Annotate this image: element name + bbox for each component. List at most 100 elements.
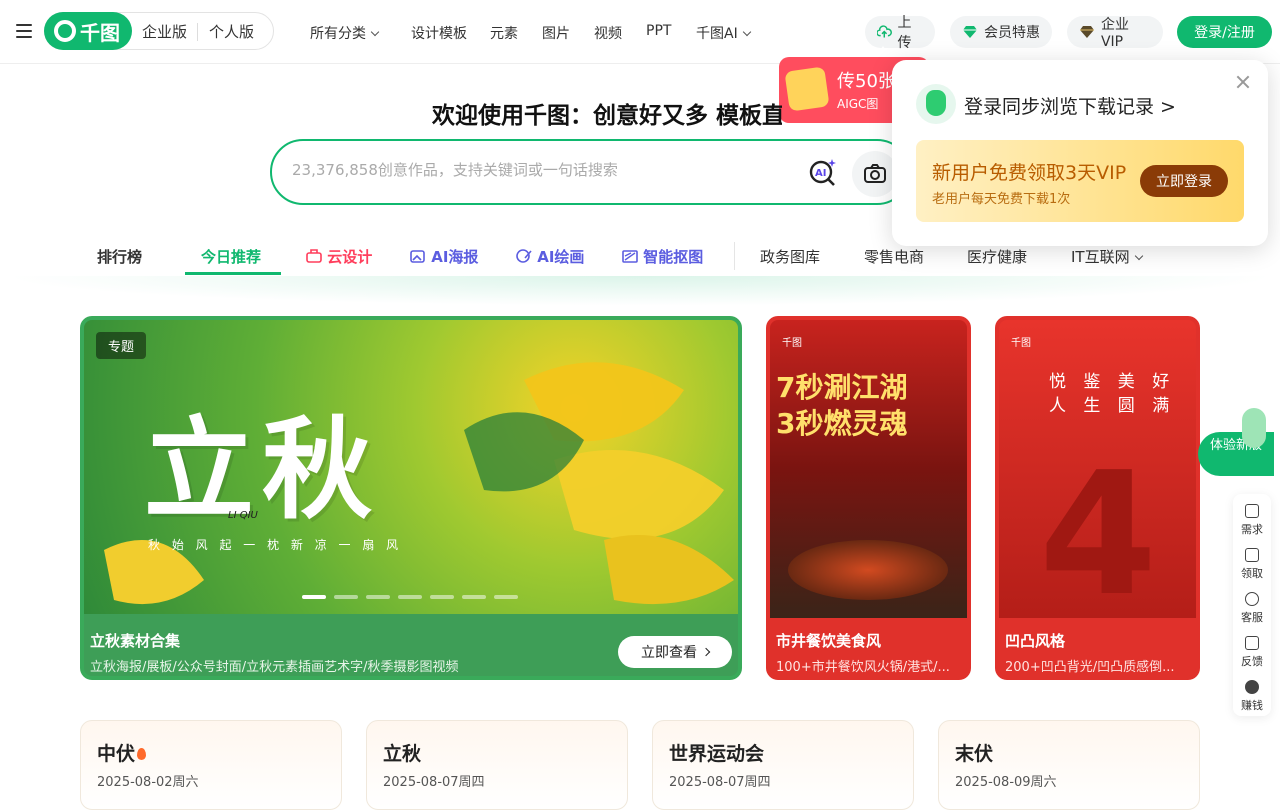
nav-video[interactable]: 视频 [594, 23, 622, 43]
view-now-button[interactable]: 立即查看 [618, 636, 732, 668]
tool-claim[interactable]: 领取 [1233, 548, 1271, 581]
banner-description: 立秋海报/展板/公众号封面/立秋元素插画艺术字/秋季摄影图视频 [90, 660, 459, 675]
festival-card[interactable]: 末伏 2025-08-09周六 [938, 720, 1200, 810]
version-enterprise[interactable]: 企业版 [142, 21, 187, 42]
banner-pinyin: LI QIU [228, 510, 258, 521]
popup-title[interactable]: 登录同步浏览下载记录 > [964, 92, 1176, 119]
gift-icon [784, 66, 830, 112]
festival-date: 2025-08-02周六 [97, 775, 199, 790]
tab-medical[interactable]: 医疗健康 [967, 246, 1027, 267]
ticket-icon [1245, 548, 1259, 562]
divider [734, 242, 735, 270]
festival-card[interactable]: 中伏 2025-08-02周六 [80, 720, 342, 810]
chevron-down-icon [742, 27, 751, 37]
banner-headline: 立秋 [144, 406, 380, 534]
topic-card[interactable]: 千图 悦 鉴 美 好 人 生 圆 满 4 凹凸风格 200+凹凸背光/凹凸质感倒… [995, 316, 1200, 680]
hotpot-image [788, 540, 948, 600]
image-icon [410, 250, 425, 263]
version-switch: 千图 企业版 个人版 [44, 12, 274, 50]
tab-ranking[interactable]: 排行榜 [97, 246, 142, 267]
vip-offer-title: 新用户免费领取3天VIP [932, 162, 1127, 184]
card-art-text: 7秒涮江湖 3秒燃灵魂 [776, 371, 908, 440]
nav-elements[interactable]: 元素 [490, 23, 518, 43]
carousel-dot[interactable] [334, 595, 358, 599]
tab-smart-cutout[interactable]: 智能抠图 [622, 246, 703, 267]
active-tab-indicator [185, 272, 281, 275]
logo-text: 千图 [80, 20, 120, 45]
member-deals-button[interactable]: 会员特惠 [950, 16, 1052, 48]
tool-support[interactable]: 客服 [1233, 592, 1271, 625]
festival-card[interactable]: 立秋 2025-08-07周四 [366, 720, 628, 810]
rabbit-avatar-icon [916, 84, 956, 124]
hero-title: 欢迎使用千图：创意好又多 模板直 [432, 103, 782, 129]
nav-label: 千图AI [696, 26, 738, 42]
money-bag-icon [1245, 680, 1259, 694]
tab-label: AI海报 [431, 248, 479, 266]
view-now-label: 立即查看 [641, 645, 697, 661]
tab-label: 智能抠图 [643, 248, 704, 266]
tab-retail[interactable]: 零售电商 [864, 246, 924, 267]
tab-it-internet[interactable]: IT互联网 [1071, 246, 1143, 267]
tool-requirement[interactable]: 需求 [1233, 504, 1271, 537]
carousel-dot[interactable] [398, 595, 422, 599]
card-logo: 千图 [782, 338, 802, 349]
member-label: 会员特惠 [984, 25, 1040, 41]
card-caption: 凹凸风格 [1005, 632, 1066, 650]
tab-today[interactable]: 今日推荐 [201, 246, 261, 267]
version-personal[interactable]: 个人版 [209, 21, 254, 42]
tab-ai-poster[interactable]: AI海报 [410, 246, 478, 267]
divider [197, 23, 198, 41]
topic-card[interactable]: 千图 7秒涮江湖 3秒燃灵魂 市井餐饮美食风 100+市井餐饮风火锅/港式/..… [766, 316, 971, 680]
svg-text:AI: AI [815, 168, 826, 179]
banner-caption: 立秋素材合集 [90, 632, 181, 650]
vip-offer: 新用户免费领取3天VIP 老用户每天免费下载1次 立即登录 [916, 140, 1244, 222]
carousel-dot[interactable] [302, 595, 326, 599]
cloud-upload-icon [877, 25, 892, 38]
login-now-button[interactable]: 立即登录 [1140, 165, 1228, 197]
card-description: 200+凹凸背光/凹凸质感倒... [1005, 660, 1175, 675]
tab-government[interactable]: 政务图库 [760, 246, 820, 267]
card-art-text: 悦 鉴 美 好 人 生 圆 满 [1049, 372, 1176, 416]
carousel-dots [302, 595, 518, 599]
carousel-dot[interactable] [430, 595, 454, 599]
login-register-button[interactable]: 登录/注册 [1177, 16, 1272, 48]
logo[interactable]: 千图 [44, 12, 132, 50]
tool-earn[interactable]: 赚钱 [1233, 680, 1271, 713]
carousel-dot[interactable] [462, 595, 486, 599]
tool-label: 赚钱 [1241, 699, 1263, 712]
nav-all-categories[interactable]: 所有分类 [310, 23, 380, 43]
featured-banner[interactable]: 立秋 秋 始 风 起 一 枕 新 凉 一 扇 风 LI QIU 专题 立秋素材合… [80, 316, 742, 680]
enterprise-vip-button[interactable]: 企业VIP [1067, 16, 1163, 50]
festival-name: 立秋 [383, 743, 422, 765]
side-toolbar: 需求 领取 客服 反馈 赚钱 [1233, 494, 1271, 716]
tab-cloud-design[interactable]: 云设计 [306, 246, 372, 267]
card-image: 千图 7秒涮江湖 3秒燃灵魂 [770, 320, 967, 618]
tool-feedback[interactable]: 反馈 [1233, 636, 1271, 669]
tool-label: 客服 [1241, 611, 1263, 624]
cutout-icon [622, 250, 638, 263]
chevron-down-icon [370, 27, 380, 37]
nav-design-templates[interactable]: 设计模板 [411, 23, 467, 43]
logo-mark-icon [54, 20, 76, 42]
tab-ai-painting[interactable]: AI绘画 [516, 246, 584, 267]
menu-icon[interactable] [16, 24, 32, 38]
ai-search-icon[interactable]: AI [808, 157, 838, 187]
nav-images[interactable]: 图片 [542, 23, 570, 43]
number-four-art: 4 [1039, 436, 1158, 634]
nav-qiantu-ai[interactable]: 千图AI [696, 23, 751, 43]
carousel-dot[interactable] [494, 595, 518, 599]
tab-label: 云设计 [327, 248, 373, 266]
festival-name: 末伏 [955, 743, 994, 765]
nav-ppt[interactable]: PPT [646, 23, 671, 39]
search-input[interactable] [292, 161, 792, 179]
festival-date: 2025-08-09周六 [955, 775, 1057, 790]
carousel-dot[interactable] [366, 595, 390, 599]
upload-button[interactable]: 上传 [865, 15, 935, 51]
cloud-design-icon [306, 249, 322, 263]
enterprise-vip-label: 企业VIP [1100, 17, 1129, 50]
palette-icon [516, 249, 532, 263]
close-icon[interactable] [1236, 74, 1250, 88]
topic-tag: 专题 [96, 332, 147, 359]
festival-card[interactable]: 世界运动会 2025-08-07周四 [652, 720, 914, 810]
popup-pointer [876, 46, 890, 56]
